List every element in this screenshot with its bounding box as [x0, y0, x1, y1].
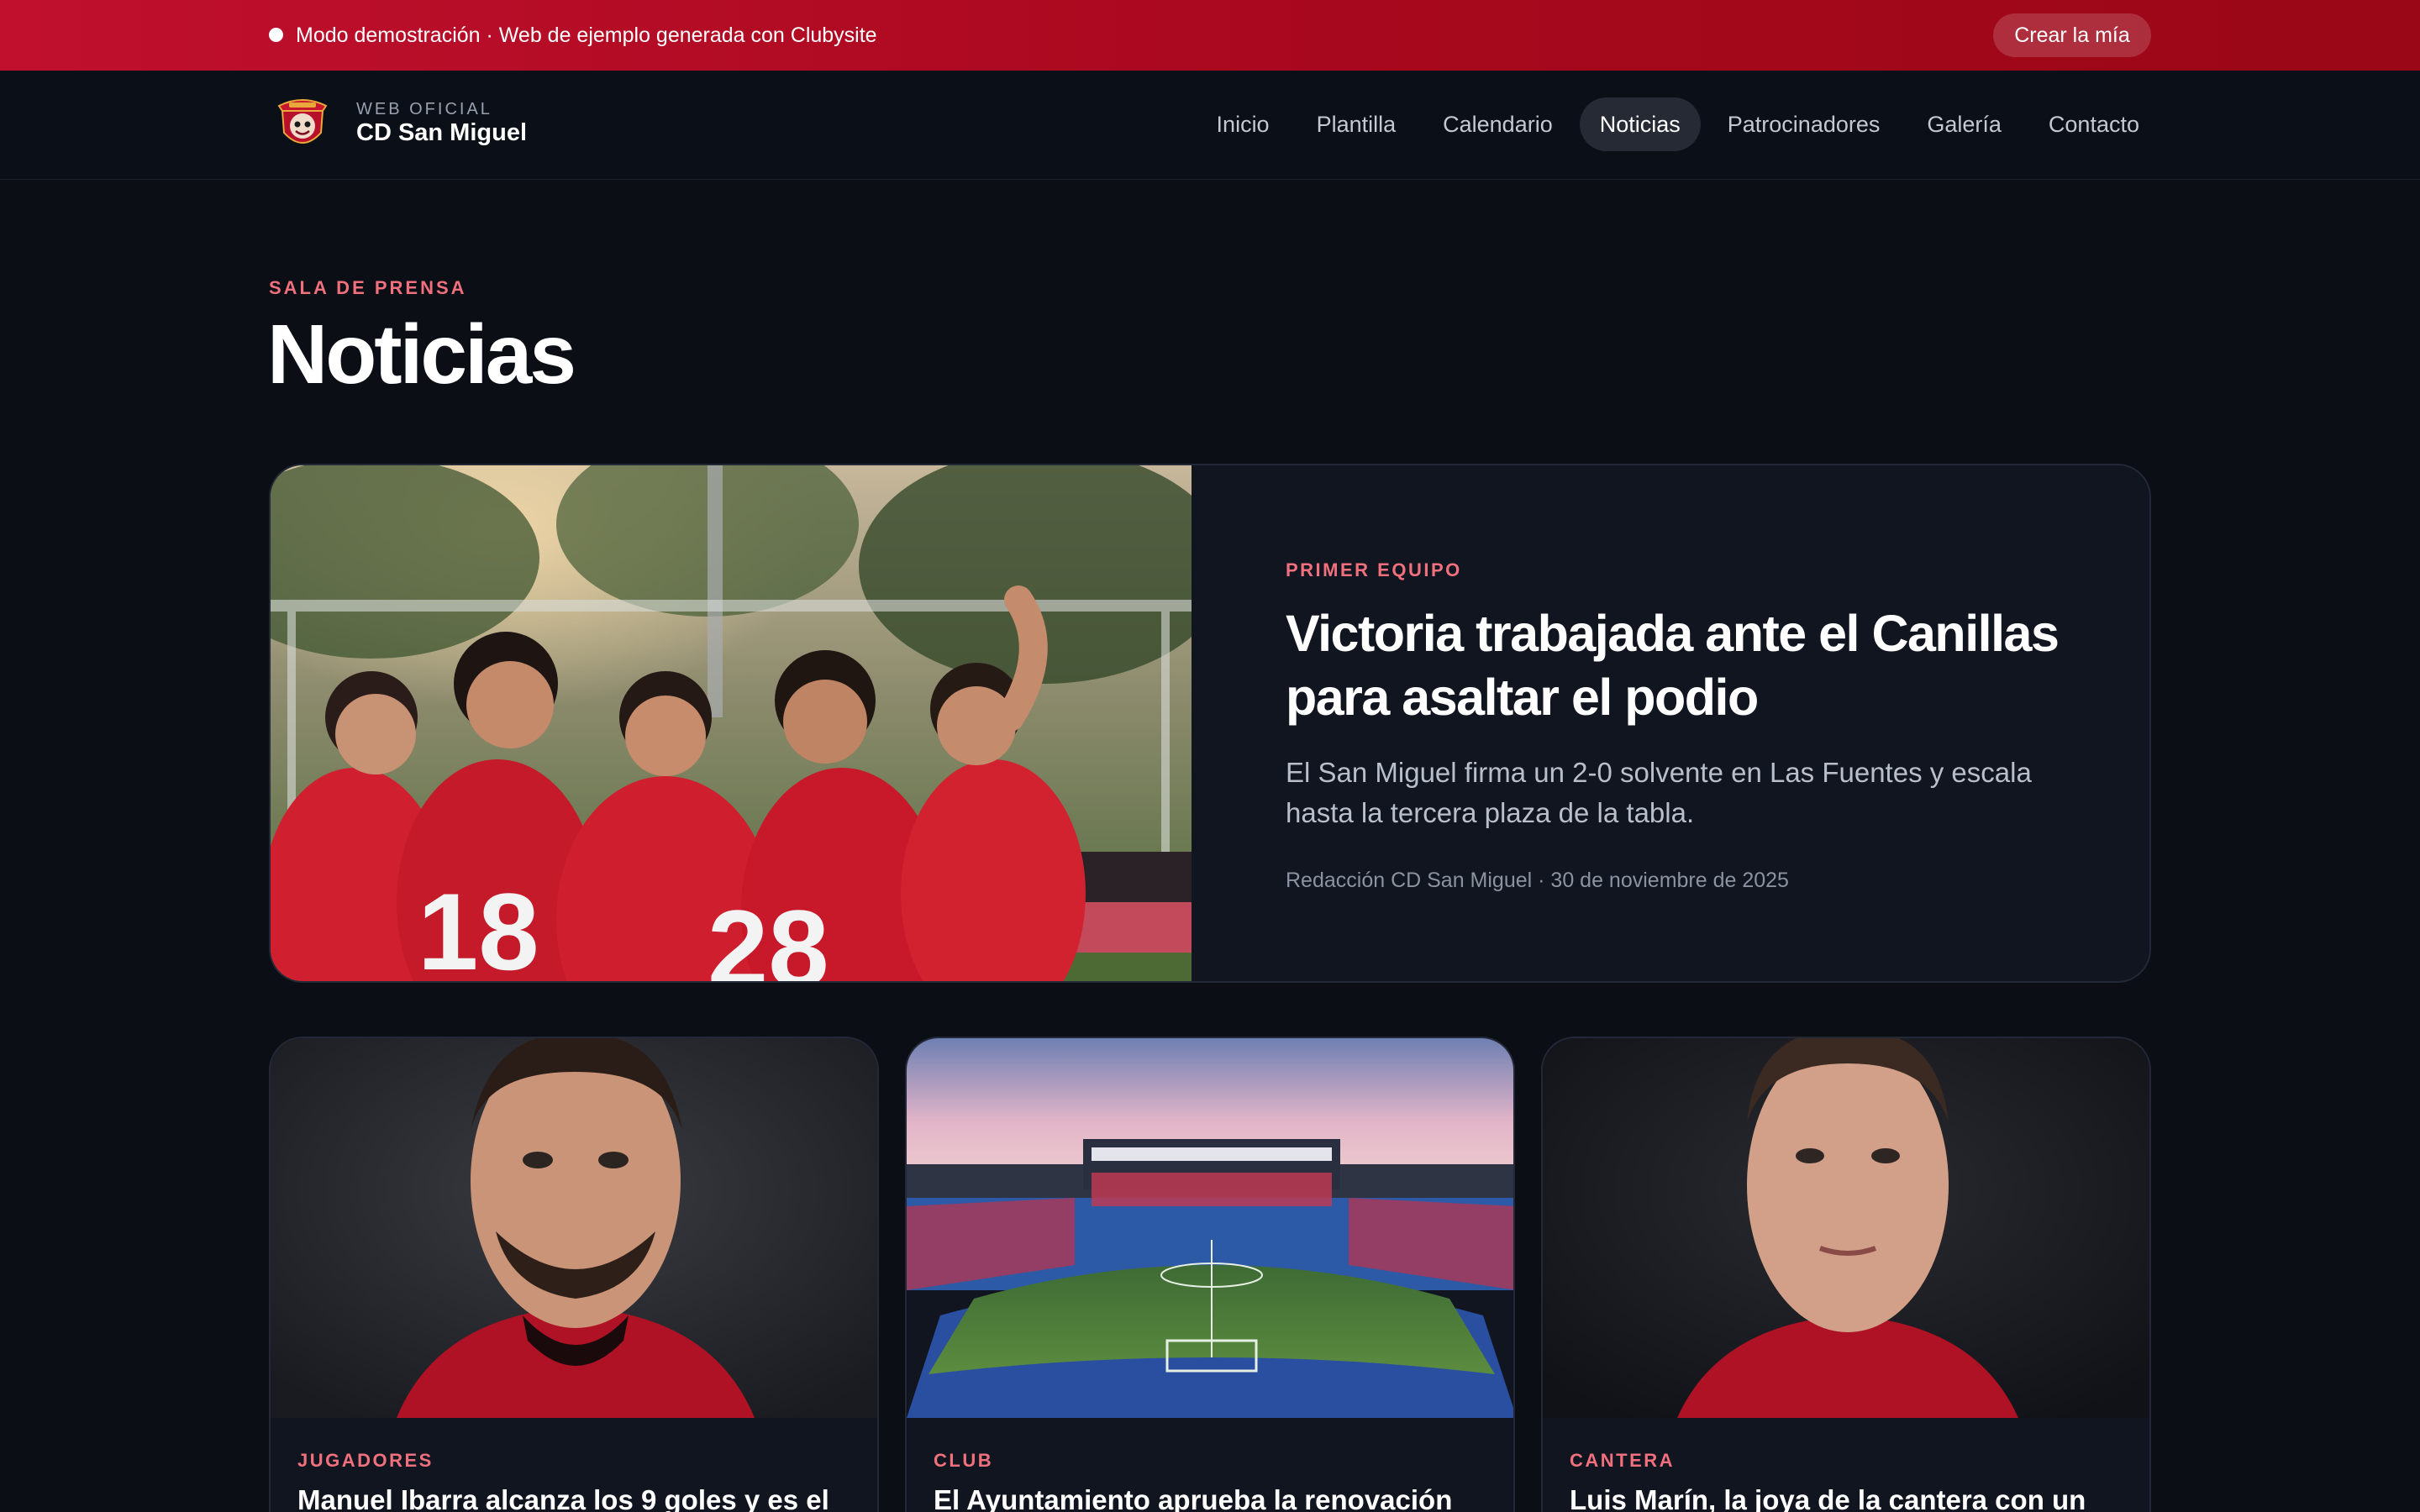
demo-banner: Modo demostración · Web de ejemplo gener…: [0, 0, 2420, 71]
nav-item-plantilla[interactable]: Plantilla: [1297, 97, 1417, 151]
youth-player-portrait-photo[interactable]: [1543, 1038, 2151, 1418]
card-title[interactable]: Luis Marín, la joya de la cantera con un: [1570, 1482, 2126, 1512]
site-header: WEB OFICIAL CD San Miguel Inicio Plantil…: [0, 71, 2420, 180]
news-card[interactable]: JUGADORES Manuel Ibarra alcanza los 9 go…: [269, 1037, 879, 1512]
nav-item-calendario[interactable]: Calendario: [1423, 97, 1573, 151]
card-title[interactable]: El Ayuntamiento aprueba la renovación de…: [934, 1482, 1490, 1512]
demo-banner-text: Modo demostración · Web de ejemplo gener…: [296, 24, 877, 47]
news-card[interactable]: CANTERA Luis Marín, la joya de la canter…: [1541, 1037, 2151, 1512]
featured-article[interactable]: 18 28 PRIMER EQUIPO Victoria trabajada a…: [269, 464, 2151, 983]
nav-item-contacto[interactable]: Contacto: [2028, 97, 2160, 151]
team-celebration-photo[interactable]: 18 28: [271, 465, 1192, 983]
page-title: Noticias: [267, 307, 576, 402]
featured-title[interactable]: Victoria trabajada ante el Canillas para…: [1286, 601, 2092, 729]
jersey-number-28: 28: [708, 887, 829, 983]
jersey-number-18: 18: [418, 870, 539, 983]
featured-category[interactable]: PRIMER EQUIPO: [1286, 559, 2092, 581]
card-category[interactable]: CLUB: [934, 1450, 993, 1472]
section-kicker: SALA DE PRENSA: [269, 277, 467, 298]
stadium-photo[interactable]: [907, 1038, 1515, 1418]
news-card[interactable]: CLUB El Ayuntamiento aprueba la renovaci…: [905, 1037, 1515, 1512]
featured-meta: Redacción CD San Miguel · 30 de noviembr…: [1286, 869, 1789, 892]
featured-summary: El San Miguel firma un 2-0 solvente en L…: [1286, 757, 2032, 828]
nav-item-galeria[interactable]: Galería: [1907, 97, 2022, 151]
player-portrait-photo[interactable]: [271, 1038, 879, 1418]
club-crest-icon[interactable]: [271, 91, 334, 155]
create-site-button[interactable]: Crear la mía: [1993, 13, 2151, 57]
club-name[interactable]: CD San Miguel: [356, 119, 527, 147]
brand-kicker: WEB OFICIAL: [356, 100, 492, 118]
card-category[interactable]: CANTERA: [1570, 1450, 1675, 1472]
nav-item-inicio[interactable]: Inicio: [1197, 97, 1290, 151]
status-dot-icon: [269, 28, 283, 42]
card-category[interactable]: JUGADORES: [297, 1450, 434, 1472]
nav-item-patrocinadores[interactable]: Patrocinadores: [1707, 97, 1901, 151]
card-title[interactable]: Manuel Ibarra alcanza los 9 goles y es e…: [297, 1482, 854, 1512]
featured-content: PRIMER EQUIPO Victoria trabajada ante el…: [1286, 559, 2092, 893]
main-nav: Inicio Plantilla Calendario Noticias Pat…: [1197, 97, 2160, 151]
nav-item-noticias[interactable]: Noticias: [1579, 97, 1701, 151]
